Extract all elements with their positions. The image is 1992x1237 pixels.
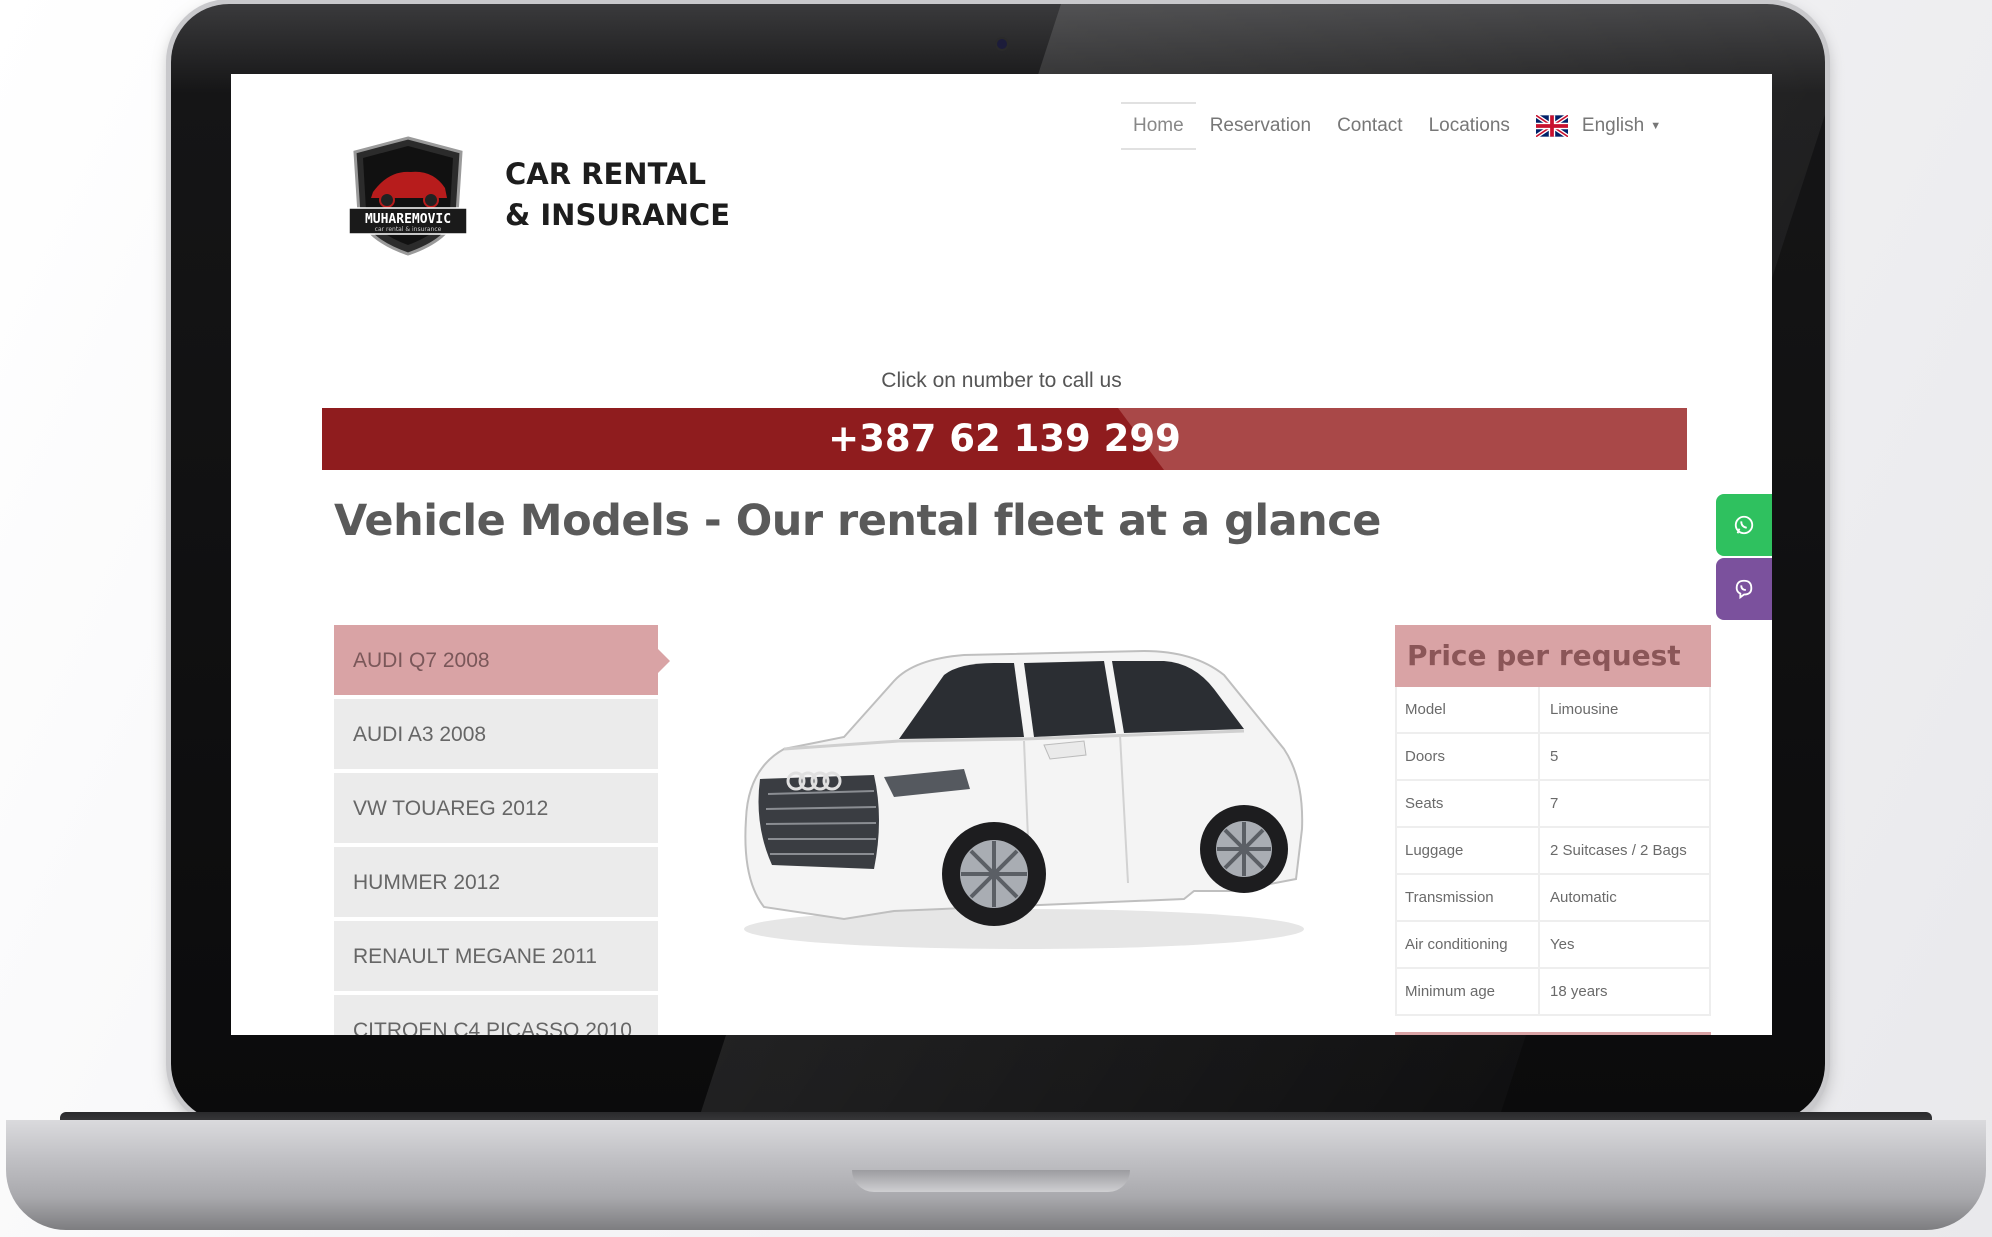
spec-label: Air conditioning <box>1397 922 1540 967</box>
camera-icon <box>997 39 1007 49</box>
spec-value: 18 years <box>1550 983 1608 1000</box>
brand-title[interactable]: CAR RENTAL & INSURANCE <box>505 154 730 236</box>
spec-label: Transmission <box>1397 875 1540 920</box>
spec-label: Luggage <box>1397 828 1540 873</box>
laptop-notch <box>852 1170 1130 1192</box>
phone-number-link[interactable]: +387 62 139 299 <box>322 408 1687 470</box>
call-hint: Click on number to call us <box>881 369 1122 392</box>
spec-value: 5 <box>1550 748 1559 765</box>
nav-home[interactable]: Home <box>1121 102 1196 150</box>
language-selector[interactable]: English <box>1582 115 1644 137</box>
spec-row-transmission: Transmission Automatic <box>1395 875 1711 922</box>
model-item-renault-megane[interactable]: RENAULT MEGANE 2011 <box>334 921 658 993</box>
spec-label: Minimum age <box>1397 969 1540 1014</box>
price-panel-footer <box>1395 1032 1711 1035</box>
laptop-screen: MUHAREMOVIC car rental & insurance CAR R… <box>231 74 1772 1035</box>
uk-flag-icon[interactable] <box>1535 115 1568 137</box>
spec-row-air-conditioning: Air conditioning Yes <box>1395 922 1711 969</box>
price-panel: Price per request Model Limousine Doors … <box>1395 625 1711 1035</box>
whatsapp-button[interactable] <box>1716 494 1772 556</box>
spec-row-doors: Doors 5 <box>1395 734 1711 781</box>
model-item-audi-a3[interactable]: AUDI A3 2008 <box>334 699 658 771</box>
model-item-hummer[interactable]: HUMMER 2012 <box>334 847 658 919</box>
whatsapp-icon <box>1734 515 1754 535</box>
nav-contact[interactable]: Contact <box>1337 104 1402 148</box>
spec-label: Seats <box>1397 781 1540 826</box>
spec-label: Doors <box>1397 734 1540 779</box>
logo-subtext: car rental & insurance <box>375 226 442 233</box>
spec-value: Yes <box>1550 936 1575 953</box>
brand-line1: CAR RENTAL <box>505 157 707 191</box>
spec-row-luggage: Luggage 2 Suitcases / 2 Bags <box>1395 828 1711 875</box>
model-item-audi-q7[interactable]: AUDI Q7 2008 <box>334 625 670 697</box>
spec-value: 7 <box>1550 795 1559 812</box>
main-nav: Home Reservation Contact Locations Engli… <box>1121 102 1661 150</box>
nav-reservation[interactable]: Reservation <box>1210 104 1311 148</box>
car-image <box>744 649 1304 949</box>
spec-value: Limousine <box>1550 701 1619 718</box>
viber-icon <box>1735 579 1753 600</box>
nav-locations[interactable]: Locations <box>1429 104 1510 148</box>
spec-row-seats: Seats 7 <box>1395 781 1711 828</box>
spec-value: Automatic <box>1550 889 1617 906</box>
spec-value: 2 Suitcases / 2 Bags <box>1550 842 1687 859</box>
model-item-vw-touareg[interactable]: VW TOUAREG 2012 <box>334 773 658 845</box>
model-item-citroen-c4[interactable]: CITROEN C4 PICASSO 2010 <box>334 995 658 1035</box>
viber-button[interactable] <box>1716 558 1772 620</box>
page-title: Vehicle Models - Our rental fleet at a g… <box>334 496 1381 546</box>
logo-text: MUHAREMOVIC <box>365 212 451 227</box>
spec-label: Model <box>1397 687 1540 732</box>
chevron-down-icon[interactable]: ▼ <box>1650 120 1661 132</box>
vehicle-model-list: AUDI Q7 2008 AUDI A3 2008 VW TOUAREG 201… <box>334 625 670 1035</box>
spec-row-model: Model Limousine <box>1395 687 1711 734</box>
brand-line2: & INSURANCE <box>505 198 731 232</box>
price-panel-title: Price per request <box>1395 625 1711 687</box>
spec-row-minimum-age: Minimum age 18 years <box>1395 969 1711 1016</box>
logo-icon[interactable]: MUHAREMOVIC car rental & insurance <box>349 136 467 256</box>
phone-banner[interactable]: +387 62 139 299 <box>322 408 1687 470</box>
